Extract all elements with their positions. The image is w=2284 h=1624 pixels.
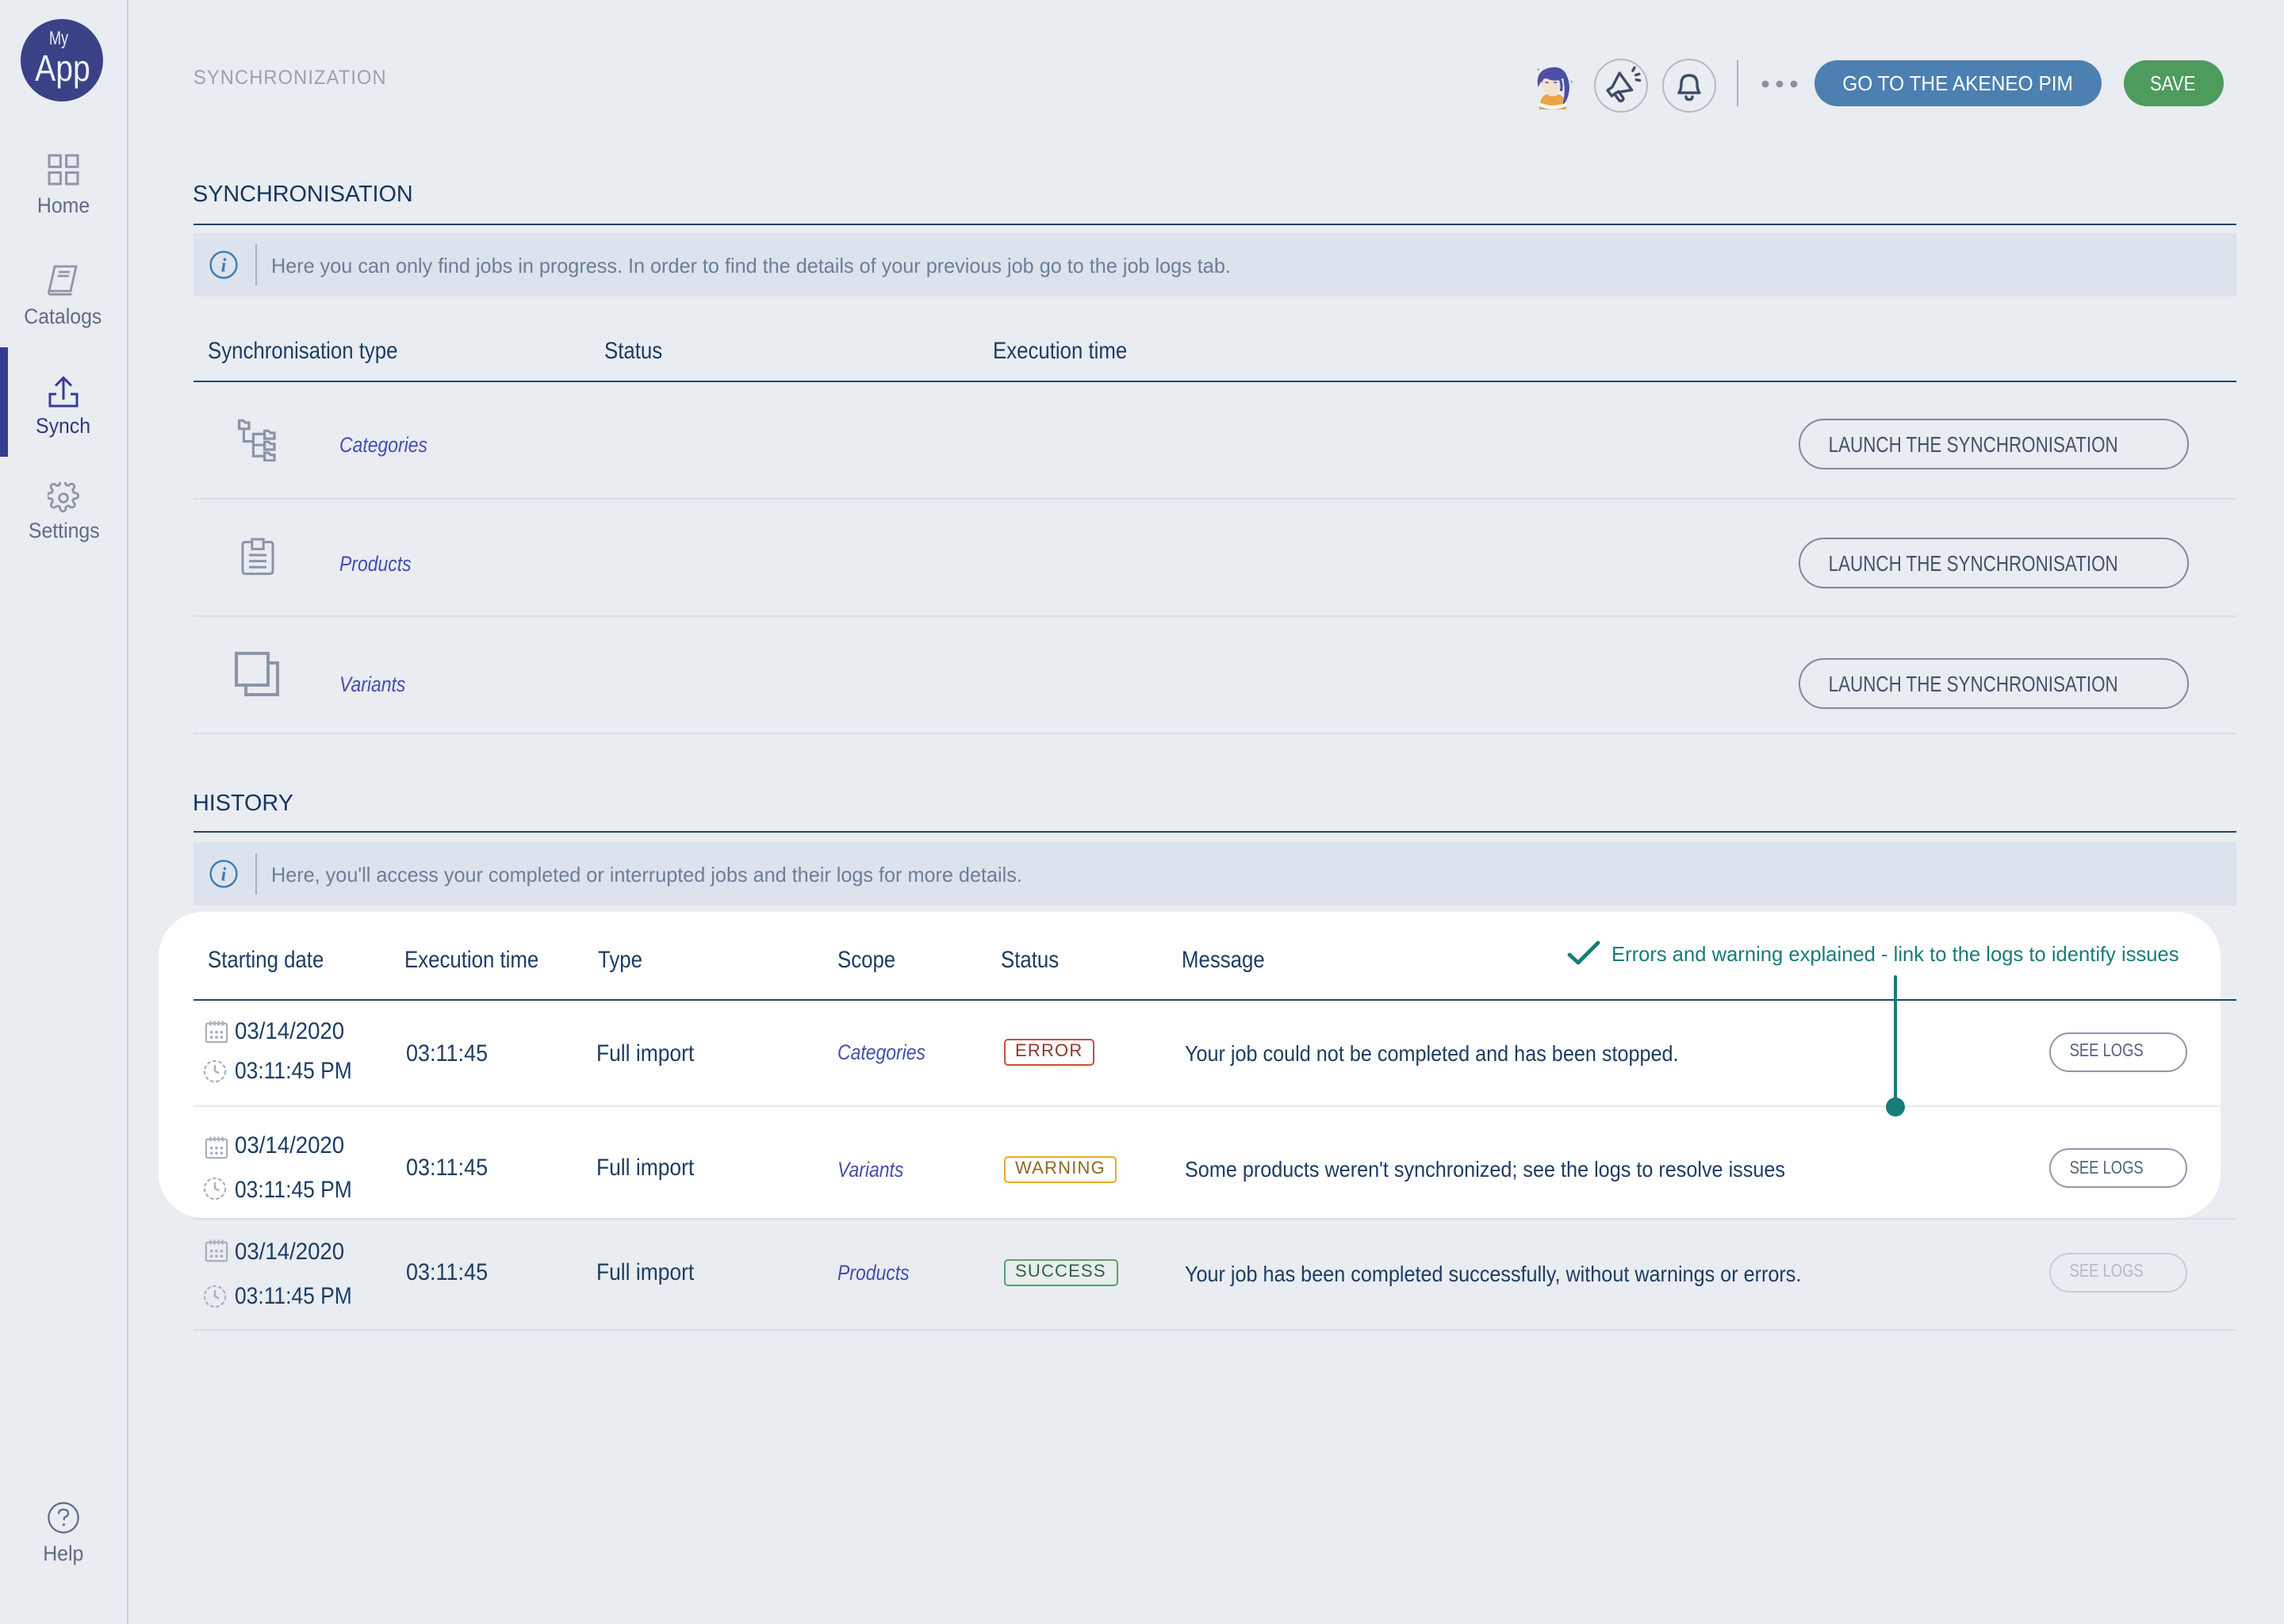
svg-text:i: i xyxy=(220,255,226,276)
svg-text:i: i xyxy=(220,864,226,885)
